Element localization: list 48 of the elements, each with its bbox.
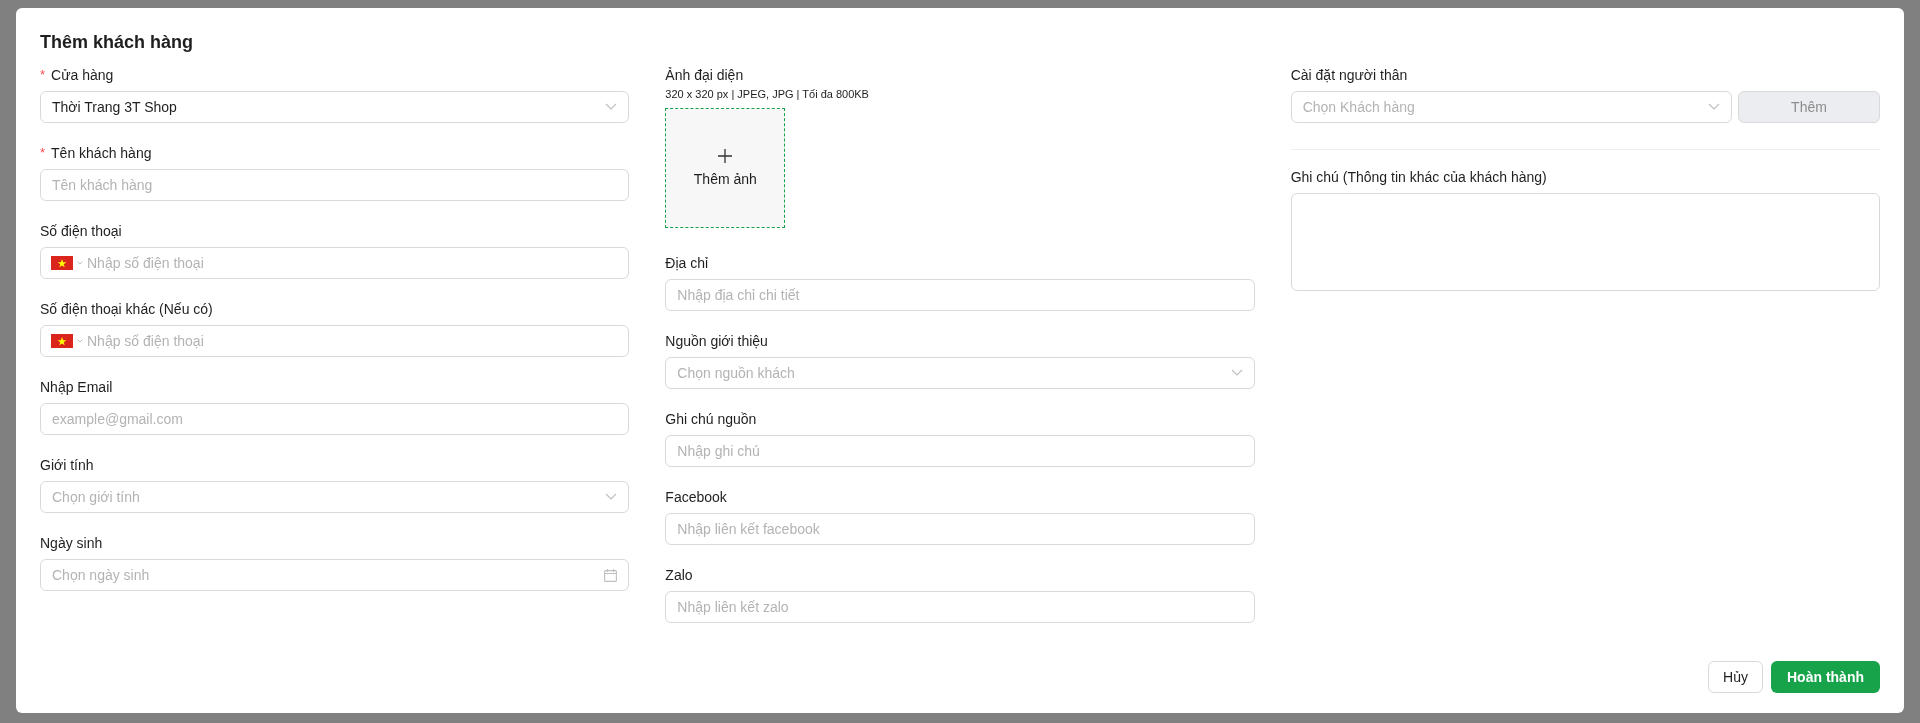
field-label: Nguồn giới thiệu: [665, 332, 768, 351]
field-label: Ghi chú nguồn: [665, 410, 757, 429]
field-label: Giới tính: [40, 456, 94, 475]
field-label: Số điện thoại: [40, 222, 122, 241]
field-label: Địa chỉ: [665, 254, 709, 273]
select-field[interactable]: Thời Trang 3T Shop: [40, 91, 630, 123]
phone-input[interactable]: Nhập số điện thoại: [87, 255, 618, 271]
date-field[interactable]: Chọn ngày sinh: [40, 559, 630, 591]
note-field[interactable]: [1290, 193, 1880, 291]
caret-icon: [77, 339, 83, 343]
phone-field[interactable]: Nhập số điện thoại: [40, 325, 630, 357]
input-field[interactable]: Nhập ghi chú: [665, 435, 1255, 467]
field-label: Ghi chú (Thông tin khác của khách hàng): [1290, 168, 1548, 187]
chevron-down-icon: [1708, 103, 1720, 111]
input-field[interactable]: example@gmail.com: [40, 403, 630, 435]
field-label: Tên khách hàng: [51, 144, 152, 163]
required-mark: *: [40, 66, 46, 84]
input-field[interactable]: Nhập địa chỉ chi tiết: [665, 279, 1255, 311]
add-photo-button[interactable]: Thêm ảnh: [665, 108, 786, 228]
input-field[interactable]: Tên khách hàng: [40, 169, 630, 201]
flag-icon: [51, 334, 73, 348]
field-label: Cửa hàng: [51, 66, 114, 85]
plus-icon: [718, 149, 733, 163]
required-mark: *: [40, 144, 46, 162]
chevron-down-icon: [1230, 369, 1243, 377]
chevron-down-icon: [605, 103, 618, 111]
field-label: Cài đặt người thân: [1290, 66, 1409, 85]
flag-icon: [51, 256, 73, 270]
field-label: Nhập Email: [40, 378, 113, 397]
submit-button[interactable]: Hoàn thành: [1771, 661, 1880, 693]
calendar-icon: [604, 568, 618, 582]
field-label: Số điện thoại khác (Nếu có): [40, 300, 213, 319]
chevron-down-icon: [605, 493, 618, 501]
caret-icon: [77, 261, 83, 265]
field-label: Ngày sinh: [40, 534, 103, 553]
field-label: Ảnh đại diện: [665, 66, 745, 85]
select-field[interactable]: Chọn giới tính: [40, 481, 630, 513]
phone-input[interactable]: Nhập số điện thoại: [87, 333, 618, 349]
cancel-button[interactable]: Hủy: [1708, 661, 1763, 693]
input-field[interactable]: Nhập liên kết zalo: [665, 591, 1255, 623]
input-field[interactable]: Nhập liên kết facebook: [665, 513, 1255, 545]
select-field[interactable]: Chọn Khách hàng: [1290, 91, 1732, 123]
dialog-title: Thêm khách hàng: [40, 31, 195, 54]
phone-field[interactable]: Nhập số điện thoại: [40, 247, 630, 279]
field-label: Facebook: [665, 488, 727, 507]
field-label: Zalo: [665, 566, 693, 585]
upload-hint: 320 x 320 px | JPEG, JPG | Tối đa 800KB: [665, 87, 870, 102]
select-field[interactable]: Chọn nguồn khách: [665, 357, 1255, 389]
